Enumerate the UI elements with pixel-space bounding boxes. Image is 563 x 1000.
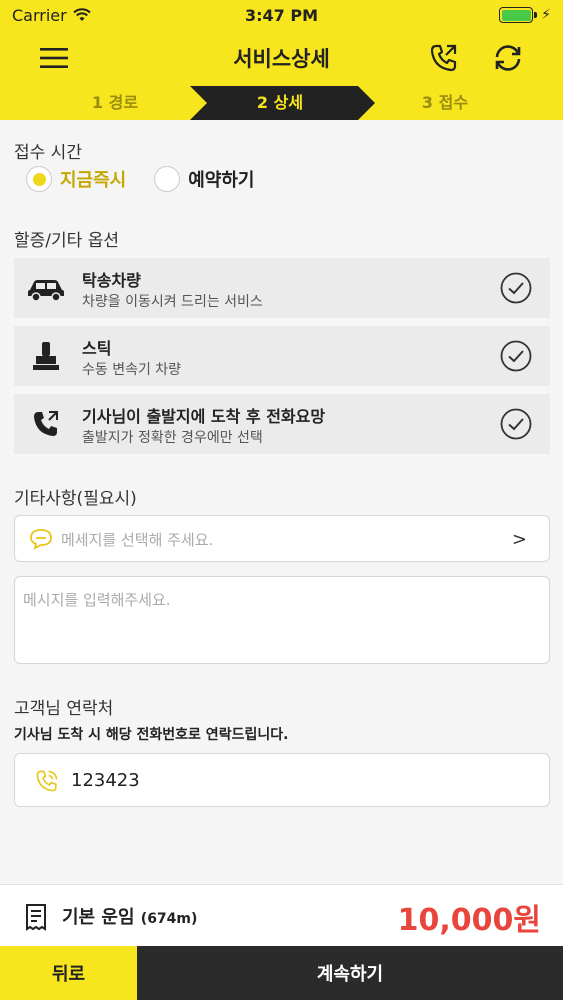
option-desc: 수동 변속기 차량 [82,362,182,378]
message-textarea-wrapper [14,576,550,664]
nav-bar: 서비스상세 [0,30,563,86]
option-title: 스틱 [82,339,112,358]
step-route: 1 경로 [91,93,139,112]
refresh-button[interactable] [488,38,528,78]
fare-amount: 10,000원 [397,903,541,938]
option-desc: 출발지가 정확한 경우에만 선택 [82,430,263,446]
phone-icon [36,770,58,792]
chat-bubble-icon [30,529,52,550]
step-reception: 3 접수 [421,93,469,112]
phone-value: 123423 [71,770,140,791]
radio-reserve-indicator [154,166,181,192]
phone-field[interactable]: 123423 [14,753,550,807]
stick-shift-icon [26,340,66,372]
step-detail: 2 상세 [256,93,304,112]
contact-label: 고객님 연락처 [14,699,114,719]
reception-time-options: 지금즉시 예약하기 [26,166,255,192]
charging-icon: ⚡ [541,7,551,23]
extra-options-label: 할증/기타 옵션 [14,231,119,251]
reception-time-label: 접수 시간 [14,143,82,163]
radio-reserve[interactable]: 예약하기 [154,166,255,192]
status-left: Carrier [12,6,91,25]
phone-icon [26,408,66,440]
receipt-icon [26,904,46,931]
radio-reserve-label: 예약하기 [188,170,255,191]
continue-button[interactable]: 계속하기 [137,946,563,1000]
fare-bar: 기본 운임 (674m) 10,000원 [0,884,563,946]
radio-now[interactable]: 지금즉시 [26,166,126,192]
fare-label: 기본 운임 (674m) [62,903,197,929]
option-valet-car[interactable]: 탁송차량 차량을 이동시켜 드리는 서비스 [14,258,550,318]
option-call-on-arrival[interactable]: 기사님이 출발지에 도착 후 전화요망 출발지가 정확한 경우에만 선택 [14,394,550,454]
back-button[interactable]: 뒤로 [0,946,137,1000]
radio-now-indicator [26,166,52,192]
option-title: 탁송차량 [82,271,141,290]
check-circle-icon[interactable] [500,340,532,372]
battery-icon [499,7,538,23]
call-button[interactable] [424,38,464,78]
contact-sub-label: 기사님 도착 시 해당 전화번호로 연락드립니다. [14,727,289,743]
progress-stepper: 1 경로 2 상세 3 접수 [0,86,563,120]
status-right: ⚡ [499,7,551,23]
carrier-label: Carrier [12,5,67,25]
page-title: 서비스상세 [233,47,330,71]
option-stick-shift[interactable]: 스틱 수동 변속기 차량 [14,326,550,386]
option-desc: 차량을 이동시켜 드리는 서비스 [82,294,263,310]
refresh-icon [495,45,521,71]
menu-button[interactable] [34,38,74,78]
wifi-icon [73,8,91,21]
message-input[interactable] [15,577,549,663]
car-icon [26,272,66,304]
check-circle-icon[interactable] [500,408,532,440]
check-circle-icon[interactable] [500,272,532,304]
option-title: 기사님이 출발지에 도착 후 전화요망 [82,407,326,426]
fare-distance: (674m) [140,911,198,927]
radio-now-label: 지금즉시 [60,170,127,191]
notes-label: 기타사항(필요시) [14,489,137,509]
status-bar: Carrier 3:47 PM ⚡ [0,0,563,30]
phone-call-icon [430,44,457,72]
fare-label-text: 기본 운임 [62,907,135,928]
message-select-placeholder: 메세지를 선택해 주세요. [61,531,214,549]
chevron-right-icon: > [511,529,527,550]
hamburger-icon [40,48,68,68]
message-select[interactable]: 메세지를 선택해 주세요. > [14,515,550,562]
